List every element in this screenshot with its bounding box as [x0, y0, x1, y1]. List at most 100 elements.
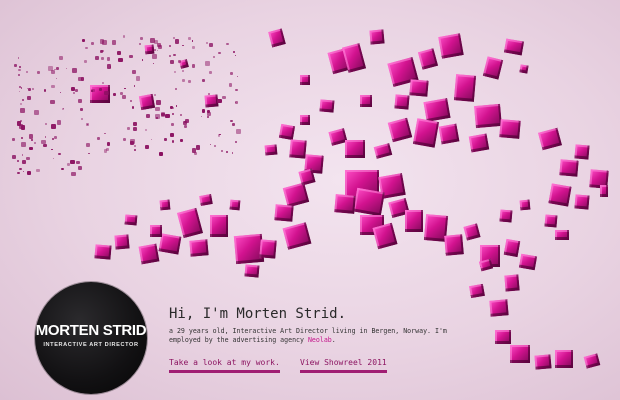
particle	[187, 79, 192, 83]
particle	[19, 124, 24, 129]
particle	[133, 85, 135, 87]
particle	[33, 110, 39, 116]
cube-shape	[210, 215, 228, 237]
particle	[173, 54, 176, 57]
cube-shape	[583, 353, 601, 369]
particle	[151, 139, 153, 141]
particle	[36, 169, 40, 173]
particle	[165, 113, 171, 119]
particle	[131, 69, 137, 75]
particle	[60, 92, 62, 94]
particle	[12, 155, 16, 159]
particle	[150, 37, 155, 43]
particle	[80, 107, 84, 112]
particle	[118, 57, 123, 63]
particle	[144, 128, 148, 132]
particle	[154, 49, 156, 51]
cube-shape	[189, 239, 209, 257]
particle	[85, 46, 88, 50]
particle	[131, 106, 135, 109]
cube-shape	[412, 118, 440, 148]
cube-shape	[600, 185, 608, 197]
particle	[145, 145, 149, 149]
cube-shape	[334, 194, 356, 214]
cube-shape	[469, 283, 485, 299]
particle	[19, 91, 21, 93]
particle	[22, 159, 27, 164]
particle	[80, 77, 84, 81]
cube-shape	[300, 115, 310, 125]
cube-shape	[319, 99, 335, 113]
cube-shape	[555, 230, 569, 240]
bio-suffix: .	[331, 336, 336, 345]
particle	[228, 83, 233, 87]
particle	[171, 139, 175, 143]
cube-shape	[495, 330, 511, 344]
particle	[29, 146, 33, 151]
cube-shape	[574, 144, 590, 160]
cube-shape	[300, 75, 310, 85]
particle	[40, 139, 46, 145]
cube-shape	[138, 93, 156, 111]
particle	[50, 100, 55, 105]
particle	[209, 70, 213, 74]
view-showreel-link[interactable]: View Showreel 2011	[300, 358, 387, 373]
particle	[194, 152, 198, 156]
cube-shape	[499, 209, 513, 223]
cube-shape	[510, 345, 530, 363]
particle	[191, 40, 194, 42]
particle	[61, 167, 65, 171]
particle	[136, 76, 141, 81]
particle	[164, 138, 168, 141]
bio-text: a 29 years old, Interactive Art Director…	[169, 327, 454, 346]
cube-shape	[360, 95, 372, 107]
particle	[236, 75, 239, 78]
particle	[53, 135, 58, 140]
particle	[201, 108, 206, 113]
agency-link[interactable]: Neolab	[308, 336, 332, 344]
particle	[152, 53, 157, 59]
particle	[25, 70, 28, 73]
particle	[179, 138, 183, 142]
cube-shape	[474, 103, 502, 129]
cube-shape	[538, 127, 562, 151]
particle	[44, 136, 47, 138]
particle	[97, 137, 101, 141]
particle	[230, 72, 234, 76]
particle	[132, 126, 137, 132]
cube-shape	[548, 183, 572, 207]
particle	[129, 54, 133, 58]
particle	[16, 160, 19, 162]
logo-badge[interactable]: MORTEN STRID INTERACTIVE ART DIRECTOR	[35, 282, 147, 394]
cube-shape	[468, 133, 490, 153]
particle	[94, 55, 99, 60]
cube-shape	[438, 33, 464, 59]
particle	[220, 149, 224, 153]
cube-shape	[482, 56, 504, 80]
particle	[91, 42, 94, 45]
particle	[61, 107, 65, 110]
particle	[51, 148, 53, 151]
particle	[157, 42, 162, 47]
cube-shape	[555, 350, 573, 368]
particle	[139, 43, 141, 46]
particle	[20, 87, 23, 90]
view-work-link[interactable]: Take a look at my work.	[169, 358, 280, 373]
particle	[71, 86, 76, 91]
particle	[100, 50, 103, 53]
cube-shape	[519, 64, 529, 74]
cube-shape	[499, 119, 521, 139]
particle	[146, 114, 150, 118]
particle	[27, 170, 32, 175]
particle	[222, 95, 226, 99]
cube-shape	[268, 28, 286, 48]
cube-shape	[199, 194, 213, 206]
particle	[103, 149, 108, 153]
particle	[88, 152, 90, 155]
cube-shape	[114, 234, 130, 250]
cube-shape	[423, 98, 451, 122]
particle	[214, 145, 216, 147]
particle	[106, 64, 112, 69]
particle	[132, 121, 138, 127]
cube-shape	[453, 74, 477, 102]
